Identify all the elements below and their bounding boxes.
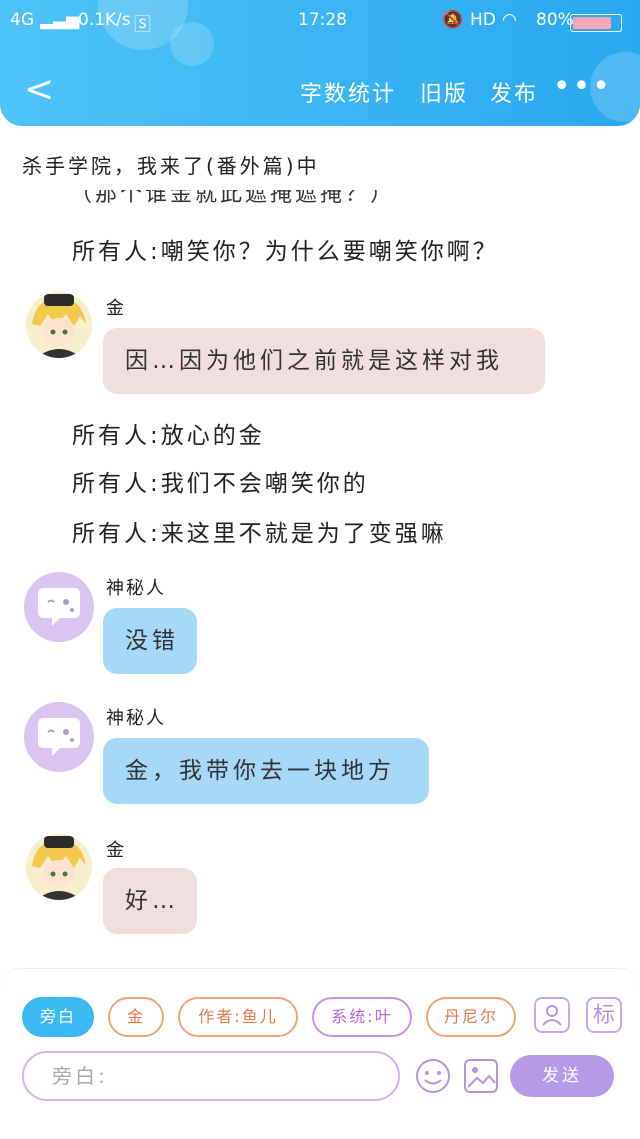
message-input[interactable]: 旁白: xyxy=(22,1051,400,1101)
signal-icon: ▂▃▅ xyxy=(40,10,80,30)
navbar: < 字数统计 旧版 发布 ••• xyxy=(0,68,640,118)
narration-line: 所有人:嘲笑你？为什么要嘲笑你啊？ xyxy=(72,239,499,265)
role-chip-daniel[interactable]: 丹尼尔 xyxy=(426,997,516,1037)
clock: 17:28 xyxy=(298,10,347,30)
network-label: 4G xyxy=(10,10,34,30)
image-icon[interactable] xyxy=(462,1057,500,1095)
role-chip-narrator[interactable]: 旁白 xyxy=(22,997,94,1037)
avatar-mystery[interactable] xyxy=(24,702,94,772)
speaker-name: 金 xyxy=(106,840,126,861)
composer-panel: 旁白 金 作者:鱼儿 系统:叶 丹尼尔 标 旁白: 发送 xyxy=(0,968,640,1139)
s-icon: 🅂 xyxy=(134,15,151,35)
app-header: 4G ▂▃▅ 0.1K/s 🅂 17:28 🔕 HD ◠ 80% < 字数统计 … xyxy=(0,0,640,126)
send-button[interactable]: 发送 xyxy=(510,1055,614,1097)
add-role-icon[interactable] xyxy=(534,997,570,1033)
emoji-icon[interactable] xyxy=(414,1057,452,1095)
speaker-name: 神秘人 xyxy=(106,708,166,729)
avatar-mystery[interactable] xyxy=(24,572,94,642)
mute-icon: 🔕 xyxy=(442,10,464,30)
old-version-button[interactable]: 旧版 xyxy=(420,76,468,108)
narration-line: 所有人:来这里不就是为了变强嘛 xyxy=(72,521,447,547)
message-bubble[interactable]: 因…因为他们之前就是这样对我 xyxy=(103,328,545,394)
partial-line-text: （那个谁金就此遮掩遮掩？） xyxy=(70,190,396,207)
narration-line: 所有人:放心的金 xyxy=(72,423,265,449)
speaker-name: 金 xyxy=(106,298,126,319)
wifi-icon: ◠ xyxy=(502,10,517,30)
story-title: 杀手学院，我来了(番外篇)中 xyxy=(22,154,320,178)
speaker-name: 神秘人 xyxy=(106,578,166,599)
narration-line: 所有人:我们不会嘲笑你的 xyxy=(72,471,369,497)
role-chip-jin[interactable]: 金 xyxy=(108,997,164,1037)
message-bubble[interactable]: 金，我带你去一块地方 xyxy=(103,738,429,804)
status-bar: 4G ▂▃▅ 0.1K/s 🅂 17:28 🔕 HD ◠ 80% xyxy=(0,8,640,36)
avatar-jin[interactable] xyxy=(26,834,92,900)
avatar-jin[interactable] xyxy=(26,292,92,358)
net-speed: 0.1K/s xyxy=(78,10,131,30)
more-options-icon[interactable]: ••• xyxy=(553,72,612,102)
message-bubble[interactable]: 没错 xyxy=(103,608,197,674)
role-chip-author[interactable]: 作者:鱼儿 xyxy=(178,997,298,1037)
partial-line: （那个谁金就此遮掩遮掩？） xyxy=(70,190,410,210)
message-bubble[interactable]: 好… xyxy=(103,868,197,934)
word-count-button[interactable]: 字数统计 xyxy=(300,76,396,108)
hd-label: HD xyxy=(470,10,496,30)
battery-text: 80% xyxy=(536,10,574,30)
tag-tool-button[interactable]: 标 xyxy=(586,997,622,1033)
battery-icon xyxy=(570,12,622,35)
publish-button[interactable]: 发布 xyxy=(490,76,538,108)
role-chip-system[interactable]: 系统:叶 xyxy=(312,997,412,1037)
back-chevron-icon[interactable]: < xyxy=(24,70,54,110)
